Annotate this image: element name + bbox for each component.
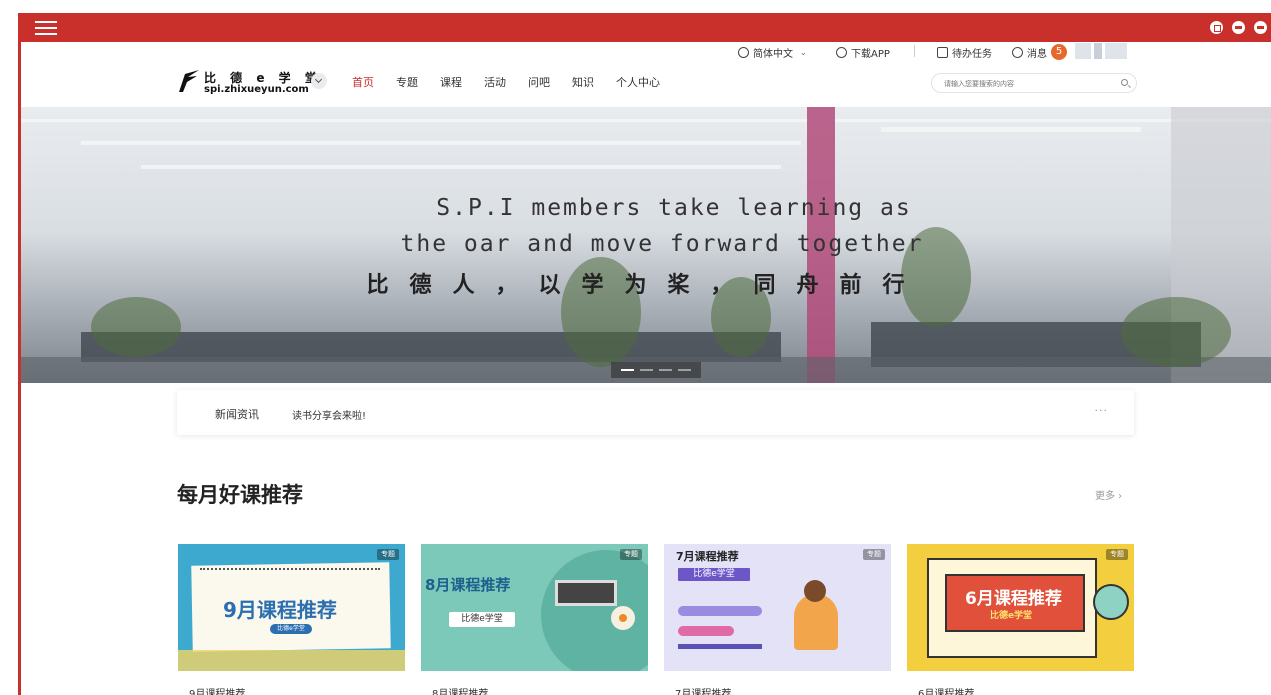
- site-logo[interactable]: 比 德 e 学 堂 spi.zhixueyun.com: [177, 66, 317, 100]
- topic-tag: 专题: [863, 549, 885, 560]
- topic-tag: 专题: [1106, 549, 1128, 560]
- checkbox-icon: [937, 46, 948, 58]
- search-box: [931, 73, 1137, 93]
- section-title: 每月好课推荐: [177, 483, 303, 507]
- nav-item-knowledge[interactable]: 知识: [572, 74, 594, 90]
- course-card[interactable]: 9月课程推荐 比德e学堂 专题 9月课程推荐: [178, 544, 405, 695]
- search-input[interactable]: [944, 77, 1114, 90]
- course-card[interactable]: 6月课程推荐 比德e学堂 专题 6月课程推荐: [907, 544, 1134, 695]
- bell-icon: [1012, 46, 1023, 58]
- divider: [914, 45, 915, 57]
- nav-item-topics[interactable]: 专题: [396, 74, 418, 90]
- carousel-indicators: [611, 362, 701, 378]
- cover-badge: 比德e学堂: [449, 612, 515, 627]
- messages-label: 消息: [1027, 48, 1047, 60]
- message-count-badge: 5: [1051, 44, 1067, 60]
- logo-domain: spi.zhixueyun.com: [204, 84, 309, 95]
- todo-label: 待办任务: [952, 48, 992, 60]
- course-cover: 6月课程推荐 比德e学堂 专题: [907, 544, 1134, 671]
- restore-icon[interactable]: [1210, 21, 1223, 34]
- topic-tag: 专题: [620, 549, 642, 560]
- org-switch-dropdown[interactable]: [311, 73, 327, 89]
- nav-item-home[interactable]: 首页: [352, 74, 374, 90]
- language-label: 简体中文: [753, 48, 793, 60]
- language-selector[interactable]: 简体中文 ⌄: [738, 44, 807, 60]
- cover-badge: 比德e学堂: [678, 568, 750, 581]
- more-icon[interactable]: ···: [1095, 404, 1109, 417]
- avatar[interactable]: [1075, 43, 1127, 59]
- nav-item-courses[interactable]: 课程: [440, 74, 462, 90]
- minimize-icon[interactable]: [1232, 21, 1245, 34]
- banner-headline-1: S.P.I members take learning as: [436, 195, 912, 221]
- course-name: 7月课程推荐: [675, 689, 732, 695]
- cover-badge: 比德e学堂: [270, 624, 312, 634]
- carousel-dot[interactable]: [659, 369, 672, 371]
- course-name: 9月课程推荐: [189, 689, 246, 695]
- globe-icon: [738, 46, 749, 58]
- news-bar: 新闻资讯 读书分享会来啦! ···: [177, 390, 1134, 435]
- nav-item-qa[interactable]: 问吧: [528, 74, 550, 90]
- topic-tag: 专题: [377, 549, 399, 560]
- cover-badge: 比德e学堂: [989, 611, 1033, 621]
- nav-item-activities[interactable]: 活动: [484, 74, 506, 90]
- hero-banner[interactable]: S.P.I members take learning as the oar a…: [21, 107, 1271, 383]
- carousel-dot[interactable]: [640, 369, 653, 371]
- download-app-link[interactable]: 下载APP: [836, 44, 890, 60]
- download-app-label: 下载APP: [851, 48, 890, 60]
- course-cover: 8月课程推荐 比德e学堂 专题: [421, 544, 648, 671]
- cover-title: 9月课程推荐: [223, 598, 337, 622]
- chevron-down-icon: ⌄: [800, 47, 807, 57]
- logo-mark-icon: [179, 70, 199, 92]
- carousel-dot[interactable]: [678, 369, 691, 371]
- title-bar: [18, 13, 1271, 42]
- app-window: 简体中文 ⌄ 下载APP 待办任务 消息 5 比 德 e 学 堂 spi.zhi…: [0, 0, 1271, 695]
- todo-link[interactable]: 待办任务: [937, 44, 992, 60]
- course-cover: 7月课程推荐 比德e学堂 专题: [664, 544, 891, 671]
- phone-icon: [836, 46, 847, 58]
- course-name: 8月课程推荐: [432, 689, 489, 695]
- search-icon[interactable]: [1121, 79, 1128, 86]
- cover-title: 6月课程推荐: [965, 589, 1062, 609]
- cover-title: 7月课程推荐: [676, 550, 739, 563]
- course-card[interactable]: 8月课程推荐 比德e学堂 专题 8月课程推荐: [421, 544, 648, 695]
- banner-headline-2: the oar and move forward together: [400, 231, 924, 257]
- close-icon[interactable]: [1254, 21, 1267, 34]
- carousel-dot[interactable]: [621, 369, 634, 371]
- menu-icon[interactable]: [35, 21, 57, 35]
- cover-title: 8月课程推荐: [425, 576, 511, 594]
- course-name: 6月课程推荐: [918, 689, 975, 695]
- messages-link[interactable]: 消息 5: [1012, 44, 1067, 60]
- news-headline-link[interactable]: 读书分享会来啦!: [292, 407, 366, 422]
- news-label: 新闻资讯: [215, 408, 259, 421]
- course-cover: 9月课程推荐 比德e学堂 专题: [178, 544, 405, 671]
- course-card[interactable]: 7月课程推荐 比德e学堂 专题 7月课程推荐: [664, 544, 891, 695]
- section-more-link[interactable]: 更多 ›: [1095, 487, 1122, 502]
- nav-item-personal-center[interactable]: 个人中心: [616, 74, 660, 90]
- banner-headline-cn: 比德人，以学为桨，同舟前行: [366, 273, 926, 298]
- main-nav: 首页 专题 课程 活动 问吧 知识 个人中心: [352, 74, 682, 90]
